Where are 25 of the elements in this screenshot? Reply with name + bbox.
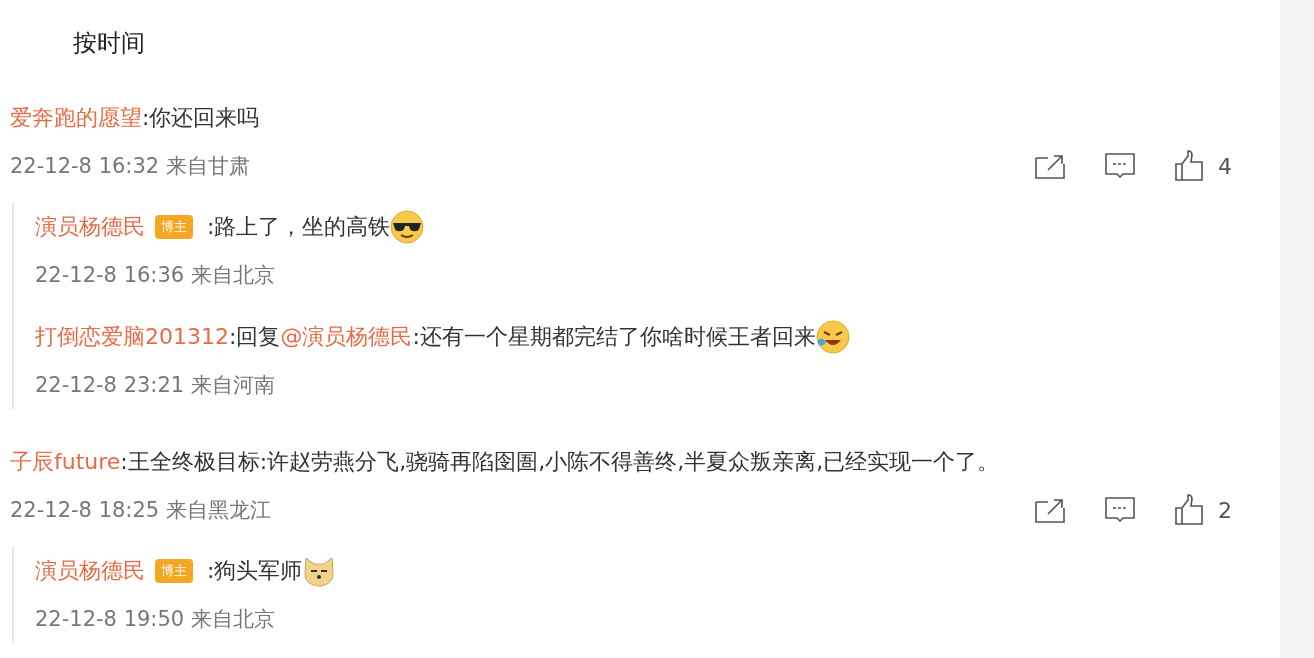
author-badge: 博主 [155,559,193,583]
username-link[interactable]: 演员杨德民 [35,212,145,242]
comment-text: :王全终极目标:许赵劳燕分飞,骁骑再陷囹圄,小陈不得善终,半夏众叛亲离,已经实现一个了。 [120,448,1000,476]
username-link[interactable]: 演员杨德民 [35,556,145,586]
like-count: 4 [1218,153,1232,179]
comment-text: :回复@演员杨德民:还有一个星期都完结了你啥时候王者回来 [229,323,816,351]
comment-text: :狗头军师 [207,557,303,585]
comment-text: :你还回来吗 [142,104,260,132]
dog-face-icon [302,554,337,588]
comment-meta: 22-12-8 16:32 来自甘肃 [10,153,250,180]
reply-meta: 22-12-8 23:21 来自河南 [35,372,275,399]
username-link[interactable]: 爱奔跑的愿望 [10,103,142,133]
like-count: 2 [1218,497,1232,523]
sort-by-time-tab[interactable]: 按时间 [73,27,145,59]
laughing-emoji-icon [815,320,850,354]
username-link[interactable]: 子辰future [10,447,121,477]
username-link[interactable]: 打倒恋爱脑201312 [35,322,229,352]
sunglasses-emoji-icon [390,210,425,244]
comment-meta: 22-12-8 18:25 来自黑龙江 [10,497,271,524]
comment-text: :路上了，坐的高铁 [207,213,391,241]
reply-meta: 22-12-8 16:36 来自北京 [35,262,275,289]
author-badge: 博主 [155,215,193,239]
thumbs-up-icon[interactable] [1174,494,1206,526]
thumbs-up-icon[interactable] [1174,150,1206,182]
reply-meta: 22-12-8 19:50 来自北京 [35,606,275,633]
